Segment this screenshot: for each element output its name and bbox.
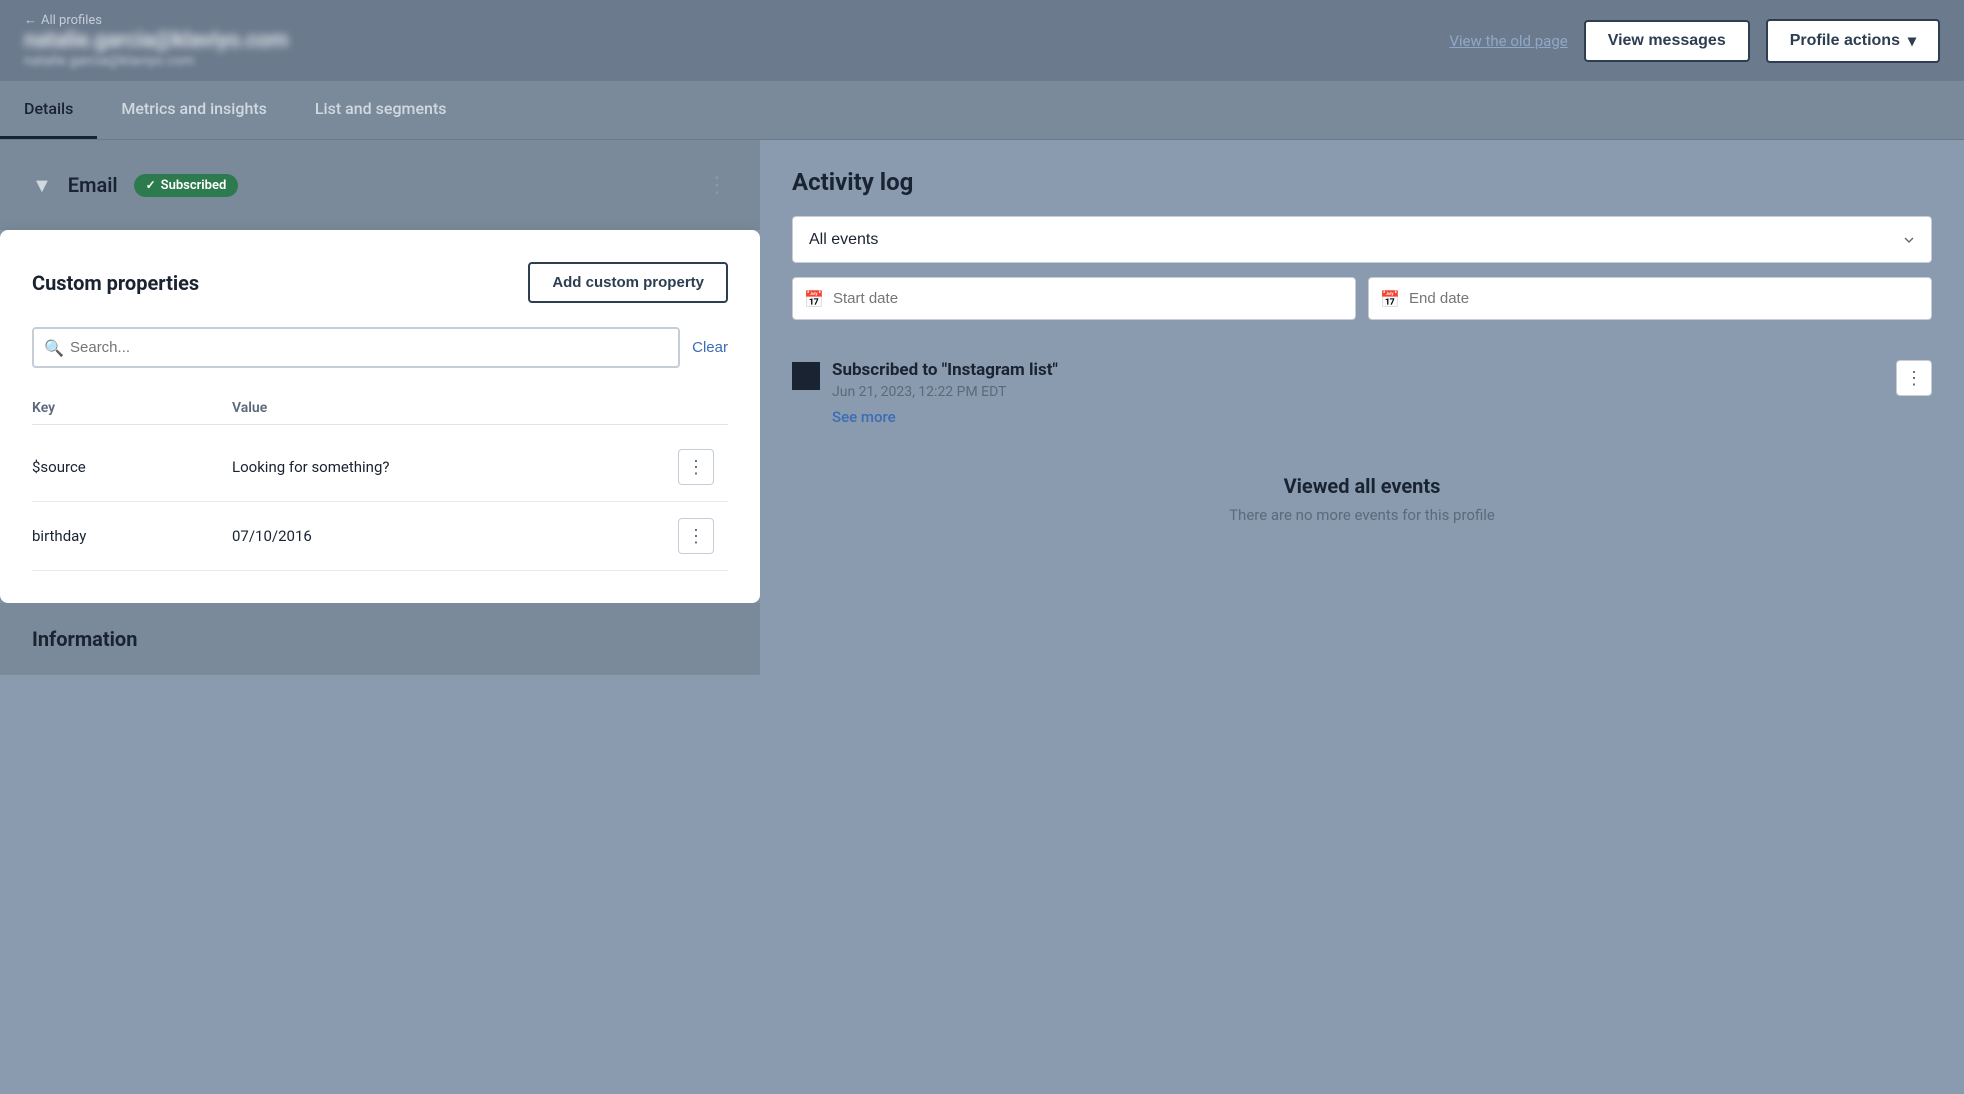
back-link[interactable]: ← All profiles <box>24 12 288 28</box>
date-filter-row: 📅 📅 <box>792 277 1932 320</box>
prop-key-source: $source <box>32 458 232 476</box>
event-title: Subscribed to "Instagram list" <box>832 360 1058 380</box>
custom-properties-table: Key Value $source Looking for something?… <box>32 392 728 571</box>
search-icon: 🔍 <box>44 338 64 357</box>
see-more-link[interactable]: See more <box>832 408 1932 426</box>
table-row: $source Looking for something? ⋮ <box>32 433 728 502</box>
table-header: Key Value <box>32 392 728 425</box>
add-custom-property-button[interactable]: Add custom property <box>528 262 728 303</box>
event-header-left: Subscribed to "Instagram list" Jun 21, 2… <box>792 360 1058 400</box>
information-section: Information <box>0 603 760 675</box>
activity-log-title: Activity log <box>792 168 1932 196</box>
all-events-select[interactable]: All events <box>792 216 1932 263</box>
custom-properties-card: Custom properties Add custom property 🔍 … <box>0 230 760 603</box>
event-header: Subscribed to "Instagram list" Jun 21, 2… <box>792 360 1932 400</box>
event-details: Subscribed to "Instagram list" Jun 21, 2… <box>832 360 1058 400</box>
col-key-header: Key <box>32 400 232 416</box>
header-actions: View the old page View messages Profile … <box>1449 19 1940 63</box>
calendar-start-icon: 📅 <box>804 289 824 308</box>
header-left: ← All profiles natalie.garcia@klaviyo.co… <box>24 12 288 69</box>
end-date-input[interactable] <box>1368 277 1932 320</box>
view-old-page-link[interactable]: View the old page <box>1449 32 1567 50</box>
custom-props-header: Custom properties Add custom property <box>32 262 728 303</box>
event-time: Jun 21, 2023, 12:22 PM EDT <box>832 384 1058 400</box>
header-bar: ← All profiles natalie.garcia@klaviyo.co… <box>0 0 1964 81</box>
viewed-all-events: Viewed all events There are no more even… <box>792 442 1932 556</box>
table-row: birthday 07/10/2016 ⋮ <box>32 502 728 571</box>
email-section: ▼ Email Subscribed ⋮ <box>0 140 760 230</box>
row-more-button-0[interactable]: ⋮ <box>678 449 714 485</box>
subscribed-label: Subscribed <box>161 178 227 193</box>
profile-email-primary: natalie.garcia@klaviyo.com <box>24 28 288 53</box>
viewed-all-subtitle: There are no more events for this profil… <box>808 506 1916 524</box>
viewed-all-title: Viewed all events <box>808 474 1916 498</box>
back-arrow-icon: ← <box>24 12 37 28</box>
row-more-button-1[interactable]: ⋮ <box>678 518 714 554</box>
search-row: 🔍 Clear <box>32 327 728 368</box>
start-date-input[interactable] <box>792 277 1356 320</box>
view-messages-button[interactable]: View messages <box>1584 20 1750 62</box>
activity-event-0: Subscribed to "Instagram list" Jun 21, 2… <box>792 344 1932 442</box>
email-label: Email <box>68 173 118 197</box>
start-date-wrap: 📅 <box>792 277 1356 320</box>
right-panel: Activity log All events 📅 📅 Subscribe <box>760 140 1964 675</box>
tabs-bar: Details Metrics and insights List and se… <box>0 81 1964 140</box>
email-more-icon[interactable]: ⋮ <box>706 173 728 198</box>
email-section-left: ▼ Email Subscribed <box>32 173 238 198</box>
end-date-wrap: 📅 <box>1368 277 1932 320</box>
chevron-down-icon: ▾ <box>1908 31 1916 51</box>
custom-properties-title: Custom properties <box>32 271 199 295</box>
back-link-label: All profiles <box>41 13 102 28</box>
profile-actions-button[interactable]: Profile actions ▾ <box>1766 19 1940 63</box>
tab-details[interactable]: Details <box>0 81 97 139</box>
col-value-header: Value <box>232 400 678 416</box>
calendar-end-icon: 📅 <box>1380 289 1400 308</box>
tab-lists[interactable]: List and segments <box>291 81 471 139</box>
prop-value-birthday: 07/10/2016 <box>232 527 678 545</box>
left-panel: ▼ Email Subscribed ⋮ Custom properties A… <box>0 140 760 675</box>
event-type-icon <box>792 362 820 390</box>
prop-key-birthday: birthday <box>32 527 232 545</box>
subscribed-badge: Subscribed <box>134 174 239 197</box>
profile-email-secondary: natalie.garcia@klaviyo.com <box>24 53 288 69</box>
main-content: ▼ Email Subscribed ⋮ Custom properties A… <box>0 140 1964 675</box>
information-title: Information <box>32 627 137 651</box>
search-input[interactable] <box>32 327 680 368</box>
search-input-wrap: 🔍 <box>32 327 680 368</box>
clear-search-button[interactable]: Clear <box>692 339 728 356</box>
event-more-button[interactable]: ⋮ <box>1896 360 1932 396</box>
profile-actions-label: Profile actions <box>1790 32 1900 50</box>
tab-metrics[interactable]: Metrics and insights <box>97 81 291 139</box>
prop-value-source: Looking for something? <box>232 458 678 476</box>
email-chevron-icon[interactable]: ▼ <box>32 173 52 198</box>
